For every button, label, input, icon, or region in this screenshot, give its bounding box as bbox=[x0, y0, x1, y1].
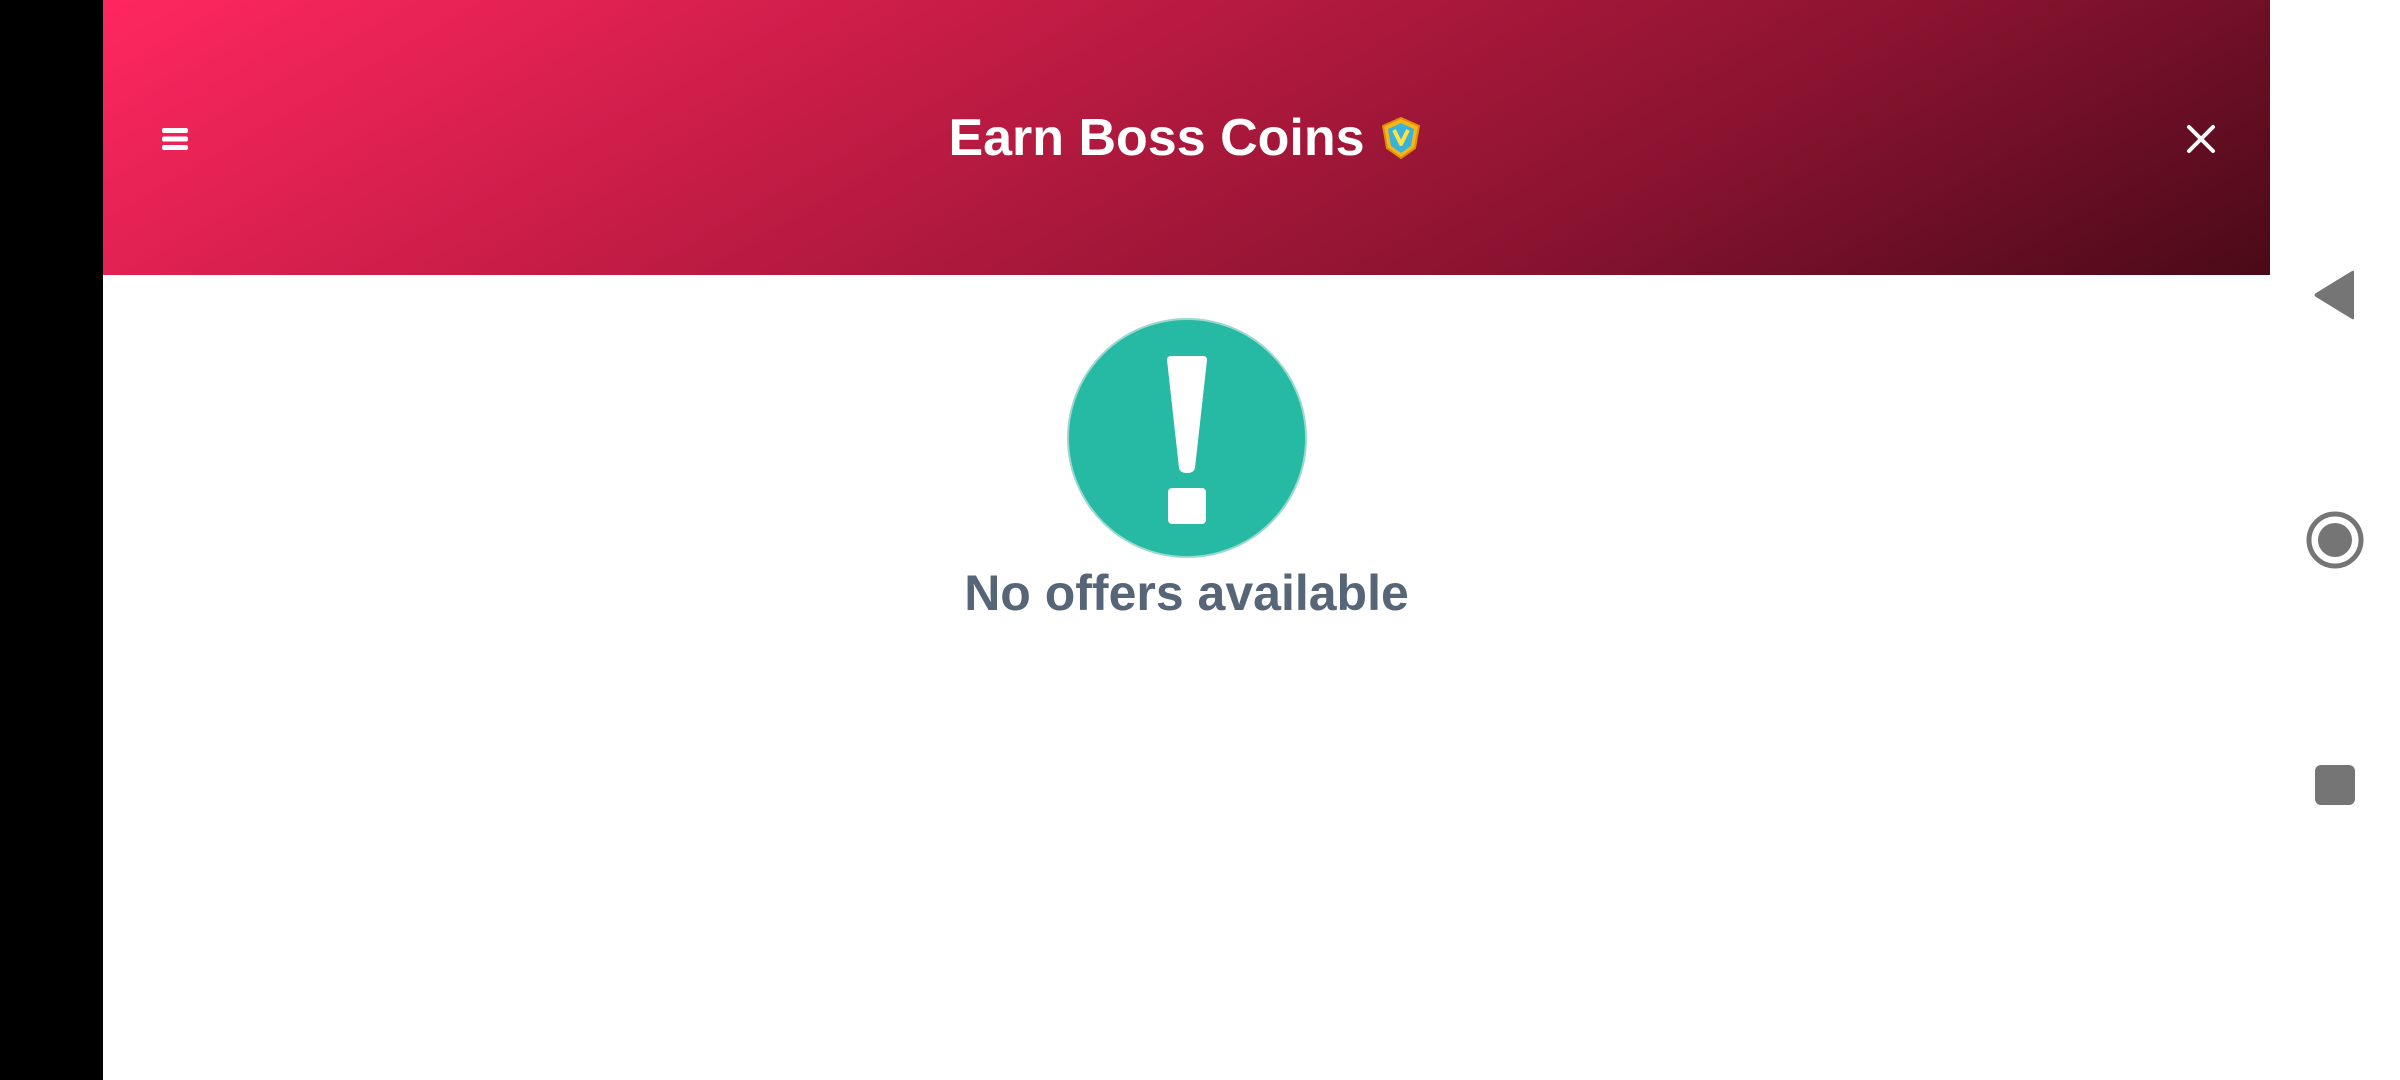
boss-coin-icon bbox=[1377, 114, 1425, 162]
header-title-group: Earn Boss Coins bbox=[103, 100, 2270, 175]
earn-coins-page: Earn Boss Coins No offers available bbox=[103, 0, 2270, 1080]
system-navigation-bar bbox=[2270, 0, 2400, 1080]
no-offers-message: No offers available bbox=[964, 565, 1409, 621]
device-screen: Earn Boss Coins No offers available bbox=[0, 0, 2400, 1080]
recents-button[interactable] bbox=[2300, 750, 2370, 820]
close-icon bbox=[2187, 125, 2215, 153]
page-title: Earn Boss Coins bbox=[948, 108, 1365, 167]
exclamation-circle-icon bbox=[1066, 318, 1307, 558]
empty-state: No offers available bbox=[103, 318, 2270, 622]
recents-square-icon bbox=[2315, 765, 2355, 805]
home-circle-icon bbox=[2306, 511, 2364, 569]
display-cutout bbox=[0, 0, 103, 1080]
page-header: Earn Boss Coins bbox=[103, 0, 2270, 275]
home-button[interactable] bbox=[2300, 505, 2370, 575]
back-button[interactable] bbox=[2300, 260, 2370, 330]
back-triangle-icon bbox=[2314, 270, 2354, 320]
close-button[interactable] bbox=[2176, 114, 2226, 164]
